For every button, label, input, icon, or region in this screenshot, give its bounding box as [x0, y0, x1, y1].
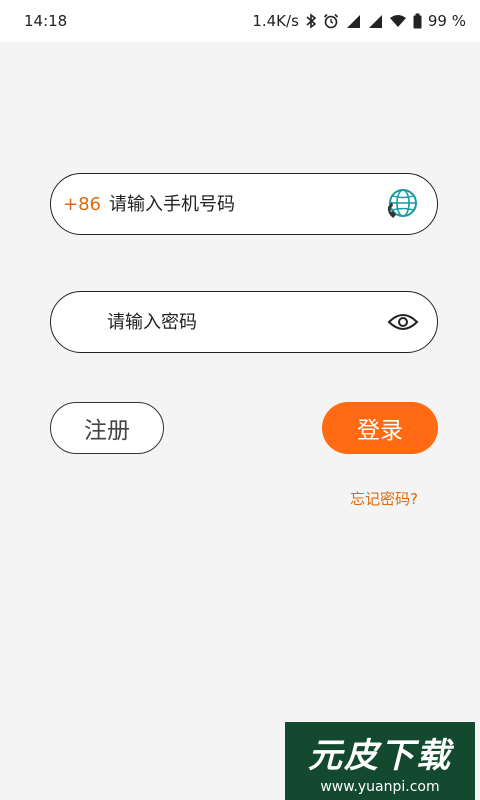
- watermark-url: www.yuanpi.com: [320, 778, 440, 795]
- phone-input[interactable]: [109, 193, 385, 215]
- country-code[interactable]: +86: [63, 194, 101, 215]
- globe-phone-icon[interactable]: [385, 187, 419, 221]
- login-button[interactable]: 登录: [322, 402, 438, 454]
- forgot-password-link[interactable]: 忘记密码?: [350, 488, 418, 509]
- signal-icon: [368, 15, 382, 28]
- password-input[interactable]: [107, 311, 387, 333]
- phone-field[interactable]: +86: [50, 173, 438, 235]
- status-time: 14:18: [24, 12, 68, 30]
- network-speed: 1.4K/s: [252, 12, 299, 30]
- battery-percent: 99 %: [427, 12, 466, 30]
- eye-icon[interactable]: [387, 312, 419, 332]
- status-bar: 14:18 1.4K/s 99 %: [0, 0, 480, 42]
- wifi-icon: [389, 15, 406, 27]
- bluetooth-icon: [306, 13, 317, 29]
- password-field[interactable]: [50, 291, 438, 353]
- status-icons: 1.4K/s 99 %: [252, 12, 466, 30]
- register-button[interactable]: 注册: [50, 402, 164, 454]
- watermark: 元皮下载 www.yuanpi.com: [285, 722, 475, 800]
- hd-signal-icon: [346, 15, 360, 28]
- alarm-icon: [323, 13, 338, 29]
- watermark-title: 元皮下载: [308, 735, 452, 776]
- battery-icon: [413, 13, 422, 29]
